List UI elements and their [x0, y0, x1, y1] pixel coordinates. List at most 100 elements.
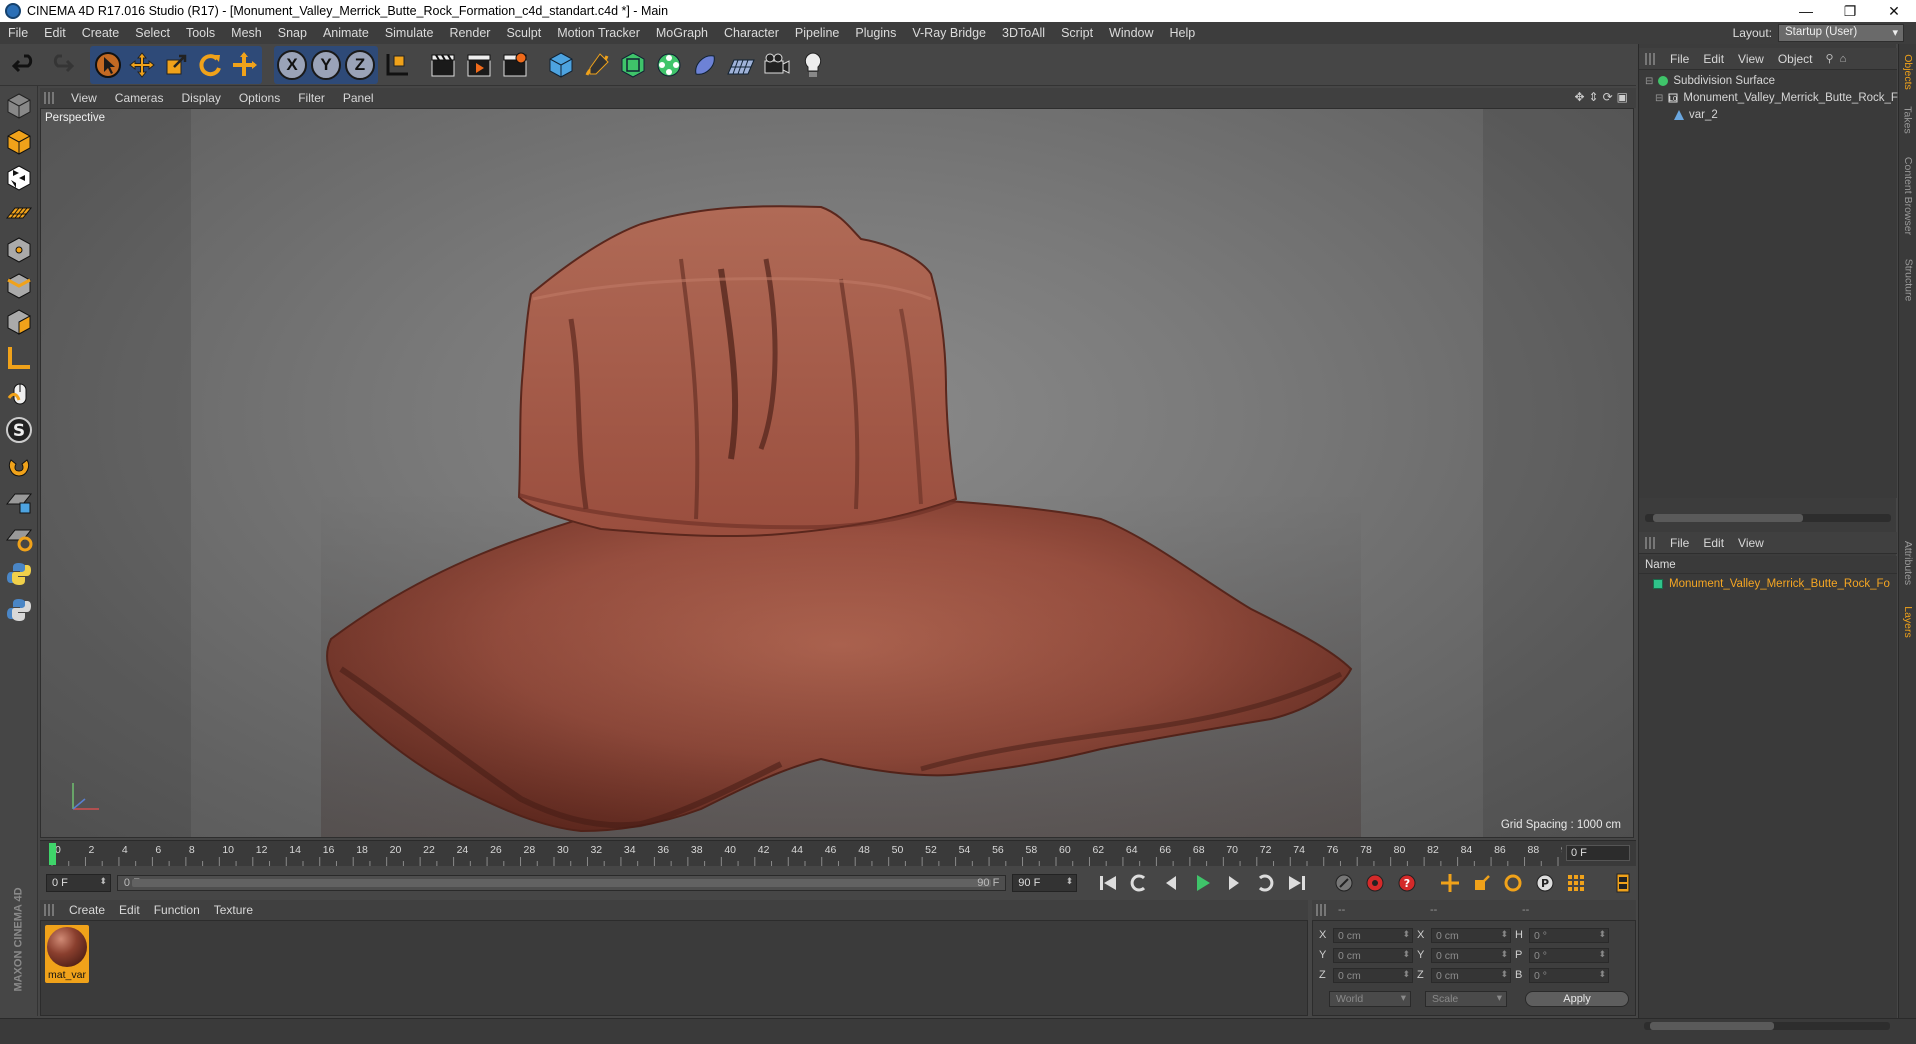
live-selection-button[interactable] [91, 47, 125, 83]
workplane-mode-button[interactable] [3, 198, 35, 230]
timeline-ruler[interactable]: 0 2 4 6 8 10 12 14 16 18 20 22 24 26 28 30 32 34 36 38 40 42 4… [40, 840, 1636, 866]
timeline-layout-button[interactable] [1611, 870, 1636, 896]
menu-simulate[interactable]: Simulate [377, 22, 442, 44]
add-deformer-button[interactable] [688, 47, 722, 83]
undo-button[interactable] [8, 47, 42, 83]
render-view-button[interactable] [426, 47, 460, 83]
add-cube-button[interactable] [544, 47, 578, 83]
layer-row[interactable]: Monument_Valley_Merrick_Butte_Rock_Fo [1653, 578, 1890, 590]
redo-button[interactable] [44, 47, 78, 83]
add-light-button[interactable] [796, 47, 830, 83]
viewport-menu-cameras[interactable]: Cameras [106, 91, 173, 105]
size-x-field[interactable]: 0 cm [1431, 927, 1511, 943]
range-bar[interactable] [131, 879, 992, 887]
panel-grip-icon[interactable] [1645, 536, 1657, 549]
python-console-button[interactable] [3, 594, 35, 626]
menu-snap[interactable]: Snap [270, 22, 315, 44]
move-tool-button[interactable] [125, 47, 159, 83]
python-script-button[interactable] [3, 558, 35, 590]
end-frame-field[interactable]: 90 F [1012, 874, 1078, 892]
scale-tool-button[interactable] [159, 47, 193, 83]
polygons-mode-button[interactable] [3, 306, 35, 338]
start-frame-field[interactable]: 0 F [46, 874, 111, 892]
material-swatch[interactable]: mat_var [45, 925, 89, 983]
menu-tools[interactable]: Tools [178, 22, 223, 44]
keyframe-selection-button[interactable]: ? [1394, 870, 1419, 896]
bottom-scrollbar[interactable] [1644, 1022, 1890, 1030]
size-z-field[interactable]: 0 cm [1431, 967, 1511, 983]
render-settings-button[interactable] [498, 47, 532, 83]
coordinate-system-button[interactable] [380, 47, 414, 83]
viewport-menu-panel[interactable]: Panel [334, 91, 383, 105]
snapping-button[interactable]: S [3, 414, 35, 446]
search-icon[interactable]: ⚲ [1826, 52, 1834, 65]
add-floor-button[interactable] [724, 47, 758, 83]
apply-button[interactable]: Apply [1525, 991, 1629, 1007]
home-icon[interactable]: ⌂ [1840, 53, 1847, 65]
render-picture-viewer-button[interactable] [462, 47, 496, 83]
menu-select[interactable]: Select [127, 22, 178, 44]
rotation-h-field[interactable]: 0 ° [1529, 927, 1609, 943]
menu-mesh[interactable]: Mesh [223, 22, 270, 44]
size-y-field[interactable]: 0 cm [1431, 947, 1511, 963]
menu-character[interactable]: Character [716, 22, 787, 44]
viewport-menu-filter[interactable]: Filter [289, 91, 334, 105]
tab-takes[interactable]: Takes [1899, 100, 1916, 140]
tab-objects[interactable]: Objects [1899, 50, 1916, 94]
panel-grip-icon[interactable] [44, 904, 56, 916]
objects-menu-file[interactable]: File [1663, 52, 1696, 66]
material-menu-edit[interactable]: Edit [112, 903, 147, 917]
pan-icon[interactable]: ✥ [1574, 90, 1584, 104]
panel-grip-icon[interactable] [44, 92, 56, 104]
previous-frame-button[interactable] [1158, 870, 1183, 896]
menu-create[interactable]: Create [74, 22, 128, 44]
make-editable-button[interactable] [3, 90, 35, 122]
panel-grip-icon[interactable] [1645, 52, 1657, 65]
playhead[interactable] [49, 843, 56, 865]
tab-attributes[interactable]: Attributes [1899, 532, 1916, 594]
position-y-field[interactable]: 0 cm [1333, 947, 1413, 963]
rotation-p-field[interactable]: 0 ° [1529, 947, 1609, 963]
go-to-end-button[interactable] [1284, 870, 1309, 896]
points-mode-button[interactable] [3, 234, 35, 266]
preview-range-slider[interactable]: 0 F 90 F [116, 875, 1007, 891]
layers-menu-edit[interactable]: Edit [1696, 536, 1731, 550]
scrollbar-thumb[interactable] [1653, 514, 1803, 522]
menu-render[interactable]: Render [441, 22, 498, 44]
locked-workplane-button[interactable] [3, 486, 35, 518]
position-z-field[interactable]: 0 cm [1333, 967, 1413, 983]
x-axis-lock-button[interactable]: X [275, 47, 309, 83]
viewport-menu-view[interactable]: View [62, 91, 106, 105]
tree-node-rock-group[interactable]: ⊟ L0 Monument_Valley_Merrick_Butte_Rock_… [1655, 89, 1904, 107]
menu-help[interactable]: Help [1162, 22, 1204, 44]
tab-layers[interactable]: Layers [1899, 600, 1916, 644]
menu-window[interactable]: Window [1101, 22, 1161, 44]
y-axis-lock-button[interactable]: Y [309, 47, 343, 83]
menu-motion-tracker[interactable]: Motion Tracker [549, 22, 648, 44]
next-frame-button[interactable] [1221, 870, 1246, 896]
objects-menu-object[interactable]: Object [1771, 52, 1820, 66]
material-menu-create[interactable]: Create [62, 903, 112, 917]
object-tree-scrollbar[interactable] [1645, 514, 1891, 522]
collapse-icon[interactable]: ⊟ [1645, 76, 1653, 87]
minimize-button[interactable]: — [1784, 0, 1828, 22]
menu-edit[interactable]: Edit [36, 22, 74, 44]
scrollbar-thumb[interactable] [1650, 1022, 1774, 1030]
axis-mode-button[interactable] [3, 342, 35, 374]
viewport-menu-options[interactable]: Options [230, 91, 289, 105]
autokey-button[interactable] [1363, 870, 1388, 896]
rock-formation-model[interactable] [41, 109, 1634, 838]
menu-script[interactable]: Script [1053, 22, 1101, 44]
tree-node-subdivision[interactable]: ⊟ Subdivision Surface [1645, 72, 1775, 90]
add-spline-pen-button[interactable] [580, 47, 614, 83]
tweak-mode-button[interactable] [3, 378, 35, 410]
tab-content-browser[interactable]: Content Browser [1899, 148, 1916, 244]
collapse-icon[interactable]: ⊟ [1655, 93, 1663, 104]
play-button[interactable] [1189, 870, 1214, 896]
go-to-start-button[interactable] [1095, 870, 1120, 896]
z-axis-lock-button[interactable]: Z [343, 47, 377, 83]
previous-key-button[interactable] [1127, 870, 1152, 896]
menu-plugins[interactable]: Plugins [847, 22, 904, 44]
menu-vray-bridge[interactable]: V-Ray Bridge [904, 22, 994, 44]
edges-mode-button[interactable] [3, 270, 35, 302]
